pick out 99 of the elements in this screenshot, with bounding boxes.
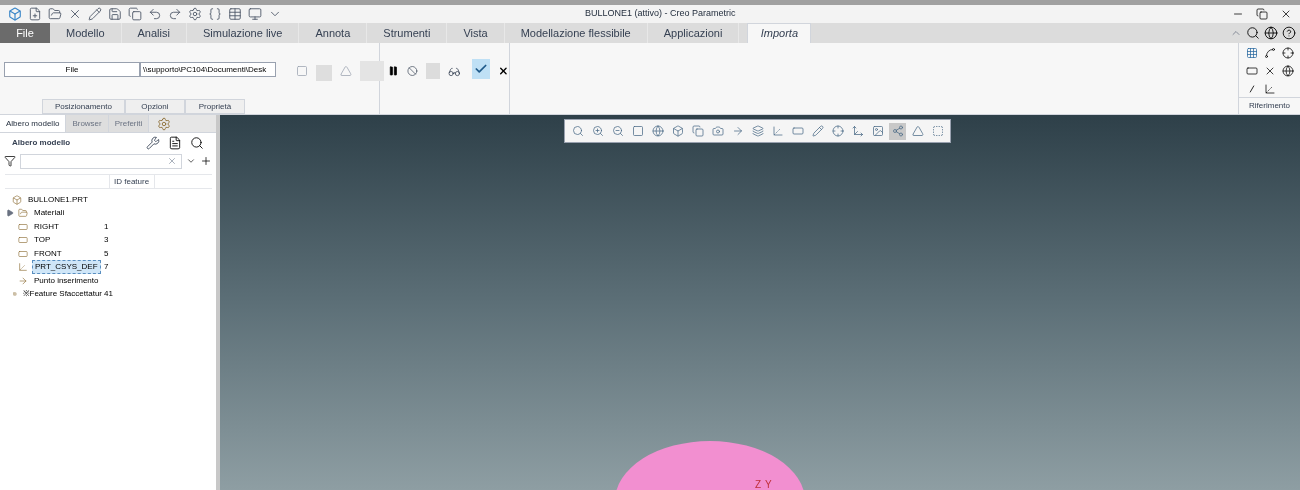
search-icon[interactable] (190, 136, 204, 150)
copy-icon[interactable] (128, 7, 142, 21)
zoom-fit-icon (571, 125, 584, 137)
file-label: File (4, 62, 140, 77)
plane-icon[interactable] (1245, 65, 1258, 77)
tree-item[interactable]: Materiali (32, 207, 67, 220)
glasses-icon[interactable] (447, 65, 461, 79)
feature-id: 1 (104, 220, 109, 233)
search-icon[interactable] (1246, 26, 1260, 40)
part-icon (12, 194, 22, 205)
confirm-icon[interactable] (474, 62, 489, 76)
insert-icon (18, 275, 28, 286)
app-icon (8, 7, 22, 21)
annotation-icon (871, 125, 884, 137)
panel-tab[interactable]: Albero modello (0, 115, 67, 132)
plane-icon (18, 248, 28, 259)
tree-item[interactable]: ※Feature Sfaccettatur (20, 288, 104, 301)
view-tool-button[interactable] (809, 122, 826, 140)
plane-icon (18, 221, 28, 232)
layers-icon (751, 125, 764, 137)
list-icon[interactable] (168, 136, 182, 150)
panel-tab[interactable]: Preferiti (108, 115, 150, 132)
line-icon (811, 125, 824, 137)
arrow-icon (731, 125, 744, 137)
column-header[interactable]: ID feature (110, 175, 155, 188)
nodes-icon (891, 125, 904, 137)
open-folder-icon[interactable] (48, 7, 62, 21)
tools-icon[interactable] (146, 136, 160, 150)
pencil-icon[interactable] (88, 7, 102, 21)
toggle-button[interactable] (360, 61, 384, 81)
camera-icon (711, 125, 724, 137)
toggle-button[interactable] (316, 65, 332, 81)
caret-icon[interactable] (186, 156, 196, 166)
view-tool-button[interactable] (649, 122, 666, 140)
axis-label: Z (755, 478, 762, 490)
window-title: BULLONE1 (attivo) - Creo Parametric (585, 7, 736, 21)
pause-icon[interactable] (388, 65, 399, 77)
tree-item[interactable]: Punto inserimento (32, 274, 101, 287)
ribbon-tab[interactable]: Importa (747, 23, 812, 43)
tree-item[interactable]: PRT_CSYS_DEF (32, 260, 101, 275)
view-tool-button[interactable] (689, 122, 706, 140)
cube-icon (671, 125, 684, 137)
panel-tab[interactable]: Opzioni (124, 99, 185, 114)
axes-icon (771, 125, 784, 137)
file-path-field[interactable]: \\supporto\PC104\Documenti\Desk (140, 62, 276, 77)
feature-id: 3 (104, 234, 109, 247)
close-icon[interactable] (1280, 8, 1292, 20)
point-icon[interactable] (1281, 47, 1294, 59)
view-tool-button[interactable] (749, 122, 766, 140)
stacked-squares-icon (691, 125, 704, 137)
new-file-icon[interactable] (28, 7, 42, 21)
redo-icon[interactable] (168, 7, 182, 21)
add-icon[interactable] (200, 155, 212, 167)
panel-tab[interactable]: Browser (66, 115, 109, 132)
tree-item[interactable]: RIGHT (32, 220, 61, 233)
table-icon[interactable] (228, 7, 242, 21)
zoom-in-icon (591, 125, 604, 137)
square-icon[interactable] (296, 65, 308, 77)
restore-icon[interactable] (1256, 8, 1268, 20)
panel-tab[interactable]: Proprietà (184, 99, 245, 114)
sketch-icon[interactable] (1245, 47, 1258, 59)
feature-id: 5 (104, 247, 109, 260)
regenerate-icon[interactable] (188, 7, 202, 21)
close-icon[interactable] (68, 7, 82, 21)
clear-icon[interactable] (167, 156, 177, 166)
coordinate-system-icon[interactable] (1263, 83, 1276, 95)
square-dashed-icon (931, 125, 944, 137)
help-icon[interactable] (1282, 26, 1296, 40)
tree-item[interactable]: TOP (32, 234, 53, 247)
group-label: Riferimento (1239, 97, 1300, 114)
braces-icon[interactable] (208, 7, 222, 21)
plane-icon (791, 125, 804, 137)
view-tool-button[interactable] (889, 122, 906, 140)
curve-icon[interactable] (1263, 47, 1276, 59)
undo-icon[interactable] (148, 7, 162, 21)
axis-label: Y (765, 478, 772, 490)
zoom-out-icon (611, 125, 624, 137)
filter-icon[interactable] (4, 155, 16, 167)
sphere-icon (651, 125, 664, 137)
settings-icon[interactable] (157, 117, 172, 131)
expand-arrow-icon[interactable] (6, 209, 14, 218)
search-field[interactable] (20, 153, 182, 169)
square-icon (631, 125, 644, 137)
folder-icon (18, 208, 28, 219)
triangle-icon (911, 125, 924, 137)
tree-item[interactable]: FRONT (32, 247, 64, 260)
view-tool-button[interactable] (829, 122, 846, 140)
feature-id: 7 (104, 261, 109, 274)
panel-tab[interactable]: Posizionamento (42, 99, 125, 114)
window-icon[interactable] (248, 7, 262, 21)
cancel-icon[interactable] (498, 65, 509, 77)
plane-icon (18, 235, 28, 246)
save-icon[interactable] (108, 7, 122, 21)
ribbon-tab[interactable]: File (0, 23, 50, 43)
feature-id: 41 (104, 288, 113, 301)
globe-icon[interactable] (1264, 26, 1278, 40)
tree-item[interactable]: BULLONE1.PRT (26, 193, 90, 206)
no-entry-icon[interactable] (406, 65, 418, 77)
panel-heading: Albero modello (12, 137, 71, 149)
